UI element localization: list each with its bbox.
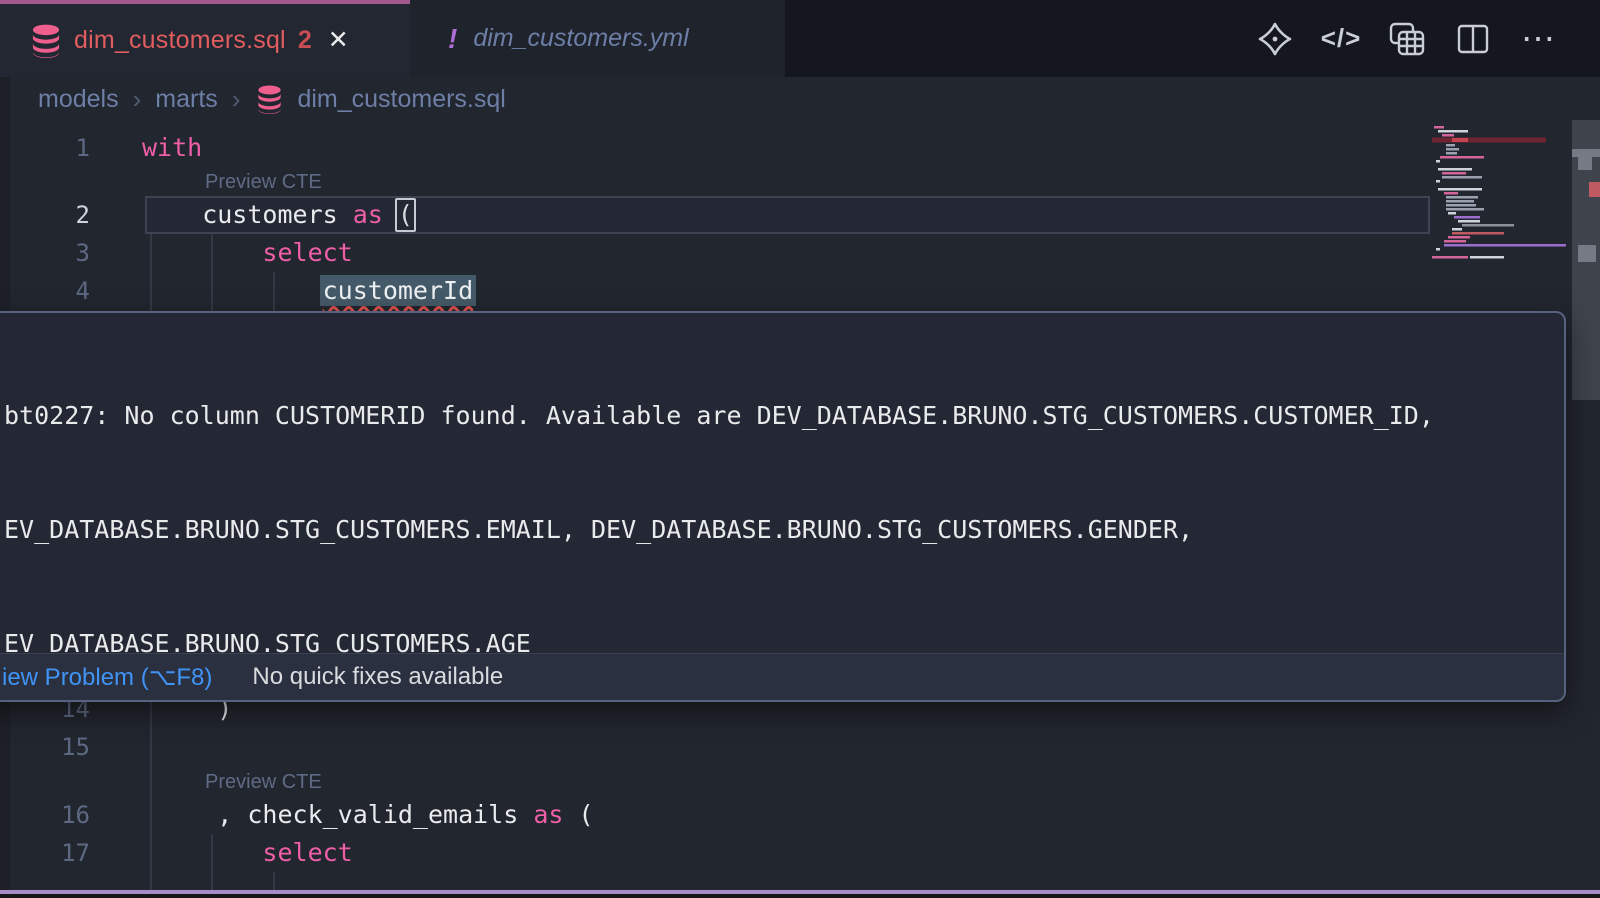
text-cursor: ( (395, 198, 416, 232)
tab-title: dim_customers.sql (74, 26, 286, 55)
code-line-4: 4 customerId (0, 272, 1600, 310)
line-number: 16 (0, 796, 90, 834)
indent-guide (273, 272, 275, 311)
dbt-power-user-icon[interactable] (1254, 18, 1296, 60)
indent-guide (150, 702, 152, 890)
error-line: bt0227: No column CUSTOMERID found. Avai… (4, 397, 1554, 435)
close-tab-icon[interactable]: ✕ (328, 28, 349, 53)
sql-keyword: as (353, 200, 383, 229)
sql-indent (142, 276, 323, 305)
sql-text: , check_valid_emails (142, 800, 533, 829)
code-line-16: 16 , check_valid_emails as ( (0, 796, 1600, 834)
error-message-1: bt0227: No column CUSTOMERID found. Avai… (0, 313, 1564, 702)
indent-guide (150, 234, 152, 311)
compile-sql-icon[interactable]: </> (1320, 18, 1362, 60)
editor-scrollbar[interactable] (1570, 77, 1600, 891)
sql-keyword: as (533, 800, 563, 829)
tab-bar: dim_customers.sql 2 ✕ ! dim_customers.ym… (0, 0, 1600, 77)
indent-guide (211, 234, 213, 311)
more-actions-icon[interactable]: ⋯ (1518, 18, 1560, 60)
editor-window: dim_customers.sql 2 ✕ ! dim_customers.ym… (0, 0, 1600, 898)
sql-keyword: select (262, 838, 352, 867)
split-editor-icon[interactable] (1452, 18, 1494, 60)
tab-title: dim_customers.yml (473, 24, 688, 53)
database-icon (30, 24, 62, 58)
scroll-error-mark (1589, 182, 1600, 197)
codelens-preview-cte[interactable]: Preview CTE (205, 768, 805, 796)
error-line: EV_DATABASE.BRUNO.STG_CUSTOMERS.EMAIL, D… (4, 511, 1554, 549)
line-number: 15 (0, 728, 90, 766)
breadcrumb: models › marts › dim_customers.sql (38, 77, 506, 122)
popup-status-bar: iew Problem (⌥F8) No quick fixes availab… (0, 653, 1564, 700)
line-number: 17 (0, 834, 90, 872)
chevron-right-icon: › (133, 84, 142, 115)
editor-action-bar: </> ⋯ (1254, 0, 1560, 77)
sql-indent (142, 238, 262, 267)
breadcrumb-marts[interactable]: marts (155, 85, 218, 114)
code-line-15: 15 (0, 728, 1600, 766)
breadcrumb-models[interactable]: models (38, 85, 119, 114)
line-number: 1 (0, 129, 90, 167)
database-icon (256, 85, 283, 114)
scroll-decoration (1572, 149, 1600, 157)
tab-dim-customers-yml[interactable]: ! dim_customers.yml (410, 0, 785, 77)
codelens-preview-cte[interactable]: Preview CTE (205, 168, 805, 196)
scroll-decoration (1578, 157, 1592, 170)
code-line-1: 1 with (0, 129, 1600, 167)
tab-dim-customers-sql[interactable]: dim_customers.sql 2 ✕ (0, 0, 410, 77)
sql-text: ( (563, 800, 593, 829)
quick-fix-hint: No quick fixes available (252, 663, 503, 691)
line-number: 4 (0, 272, 90, 310)
code-line-2: 2 customers as ( (0, 196, 1600, 234)
sql-text: customers (142, 200, 353, 229)
query-results-icon[interactable] (1386, 18, 1428, 60)
view-problem-link[interactable]: iew Problem (⌥F8) (2, 663, 212, 692)
code-line-17: 17 select (0, 834, 1600, 872)
warning-icon: ! (448, 23, 457, 55)
minimap[interactable] (1432, 124, 1570, 269)
sql-keyword: select (262, 238, 352, 267)
sql-indent (142, 838, 262, 867)
breadcrumb-file[interactable]: dim_customers.sql (297, 85, 505, 114)
problem-count-badge: 2 (298, 26, 312, 55)
line-number: 2 (0, 196, 90, 234)
sql-keyword: with (142, 133, 202, 162)
error-hover-popup: bt0227: No column CUSTOMERID found. Avai… (0, 311, 1566, 702)
line-number: 3 (0, 234, 90, 272)
chevron-right-icon: › (232, 84, 241, 115)
code-line-3: 3 select (0, 234, 1600, 272)
error-word-customerid[interactable]: customerId (320, 275, 477, 306)
panel-edge (0, 894, 1600, 898)
indent-guide (211, 834, 213, 890)
indent-guide (273, 872, 275, 890)
scroll-decoration (1578, 245, 1596, 262)
